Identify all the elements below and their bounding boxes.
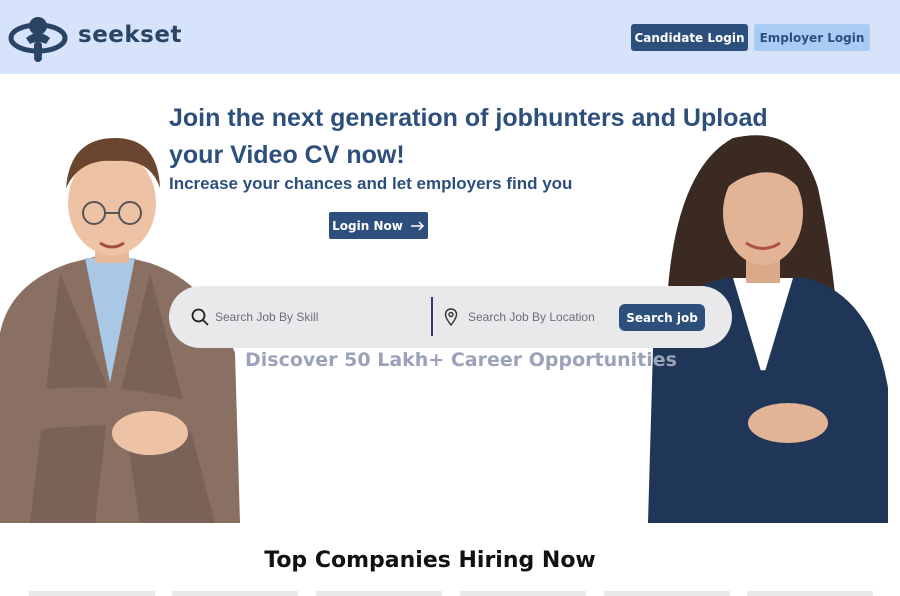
- login-now-label: Login Now: [332, 218, 403, 233]
- location-pin-icon: [444, 308, 458, 326]
- hero-subtitle: Increase your chances and let employers …: [169, 174, 573, 193]
- location-search-input[interactable]: [468, 306, 608, 328]
- company-card[interactable]: [747, 591, 873, 596]
- seekset-logo-icon[interactable]: [8, 14, 68, 64]
- skill-search-input[interactable]: [215, 306, 415, 328]
- company-card[interactable]: [172, 591, 298, 596]
- discover-tagline: Discover 50 Lakh+ Career Opportunities: [245, 349, 677, 371]
- company-card[interactable]: [316, 591, 442, 596]
- employer-login-button[interactable]: Employer Login: [754, 24, 870, 51]
- company-card[interactable]: [604, 591, 730, 596]
- job-search-bar: Search job: [169, 286, 732, 348]
- top-header: seekset Candidate Login Employer Login: [0, 0, 900, 74]
- search-job-button[interactable]: Search job: [619, 304, 705, 331]
- company-card[interactable]: [460, 591, 586, 596]
- brand-name[interactable]: seekset: [78, 22, 182, 48]
- top-companies-heading: Top Companies Hiring Now: [264, 548, 596, 573]
- search-icon: [191, 308, 209, 326]
- hero-title: Join the next generation of jobhunters a…: [169, 104, 768, 169]
- search-divider: [431, 297, 433, 336]
- candidate-login-button[interactable]: Candidate Login: [631, 24, 748, 51]
- company-card[interactable]: [29, 591, 155, 596]
- login-now-button[interactable]: Login Now: [329, 212, 428, 239]
- arrow-right-icon: [410, 220, 424, 231]
